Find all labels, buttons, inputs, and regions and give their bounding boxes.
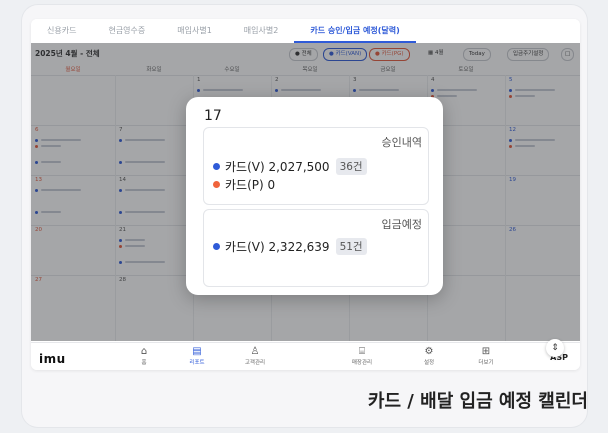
nav-home-label: 홈 bbox=[141, 360, 147, 366]
scroll-toggle-icon[interactable]: ⇕ bbox=[546, 339, 564, 357]
nav-more-label: 더보기 bbox=[478, 360, 494, 366]
van-dot bbox=[213, 243, 220, 250]
nav-report[interactable]: ▤ 리포트 bbox=[177, 346, 217, 366]
approval-title: 승인내역 bbox=[381, 136, 422, 149]
approval-amount: 0 bbox=[267, 177, 276, 192]
deposit-label: 카드(V) bbox=[225, 240, 265, 254]
approval-row-pg: 카드(P) 0 bbox=[213, 176, 275, 193]
approval-label: 카드(P) bbox=[225, 178, 264, 192]
approval-count: 36건 bbox=[335, 158, 367, 175]
nav-store-label: 매장관리 bbox=[351, 360, 373, 366]
tab-acquirer-1[interactable]: 매입사별1 bbox=[161, 19, 228, 43]
van-dot bbox=[213, 163, 220, 170]
nav-settings-label: 설정 bbox=[423, 360, 435, 366]
deposit-row-van: 카드(V) 2,322,639 51건 bbox=[213, 238, 367, 255]
nav-settings[interactable]: ⚙ 설정 bbox=[409, 346, 449, 366]
deposit-section: 입금예정 카드(V) 2,322,639 51건 bbox=[203, 209, 429, 287]
deposit-title: 입금예정 bbox=[381, 218, 422, 231]
tab-bar: 신용카드 현금영수증 매입사별1 매입사별2 카드 승인/입금 예정(달력) bbox=[31, 19, 580, 43]
nav-customer[interactable]: ♙ 고객관리 bbox=[235, 346, 275, 366]
bottom-nav-bar: imu ⌂ 홈 ▤ 리포트 ♙ 고객관리 ⌸ 매장관리 ⚙ 설정 ⊞ 더보기 A… bbox=[31, 342, 580, 370]
brand-logo: imu bbox=[39, 352, 66, 366]
day-detail-popup: 17 승인내역 카드(V) 2,027,500 36건 카드(P) 0 입금예정… bbox=[186, 97, 443, 295]
more-icon: ⊞ bbox=[481, 346, 491, 357]
gear-icon: ⚙ bbox=[424, 346, 434, 357]
feature-caption: 카드 / 배달 입금 예정 캘린더 bbox=[367, 391, 588, 412]
nav-more[interactable]: ⊞ 더보기 bbox=[466, 346, 506, 366]
nav-home[interactable]: ⌂ 홈 bbox=[124, 346, 164, 366]
tab-acquirer-2[interactable]: 매입사별2 bbox=[228, 19, 295, 43]
pg-dot bbox=[213, 181, 220, 188]
report-icon: ▤ bbox=[192, 346, 202, 357]
user-icon: ♙ bbox=[250, 346, 260, 357]
store-icon: ⌸ bbox=[359, 346, 365, 357]
tab-credit-card[interactable]: 신용카드 bbox=[31, 19, 92, 43]
nav-report-label: 리포트 bbox=[189, 360, 205, 366]
approval-amount: 2,027,500 bbox=[268, 159, 330, 174]
nav-customer-label: 고객관리 bbox=[244, 360, 266, 366]
approval-section: 승인내역 카드(V) 2,027,500 36건 카드(P) 0 bbox=[203, 127, 429, 205]
tab-deposit-calendar[interactable]: 카드 승인/입금 예정(달력) bbox=[294, 19, 416, 43]
approval-row-van: 카드(V) 2,027,500 36건 bbox=[213, 158, 367, 175]
approval-label: 카드(V) bbox=[225, 160, 265, 174]
nav-store[interactable]: ⌸ 매장관리 bbox=[342, 346, 382, 366]
home-icon: ⌂ bbox=[140, 346, 148, 357]
tab-cash-receipt[interactable]: 현금영수증 bbox=[92, 19, 161, 43]
deposit-amount: 2,322,639 bbox=[268, 239, 330, 254]
deposit-count: 51건 bbox=[335, 238, 367, 255]
popup-day: 17 bbox=[204, 108, 222, 124]
